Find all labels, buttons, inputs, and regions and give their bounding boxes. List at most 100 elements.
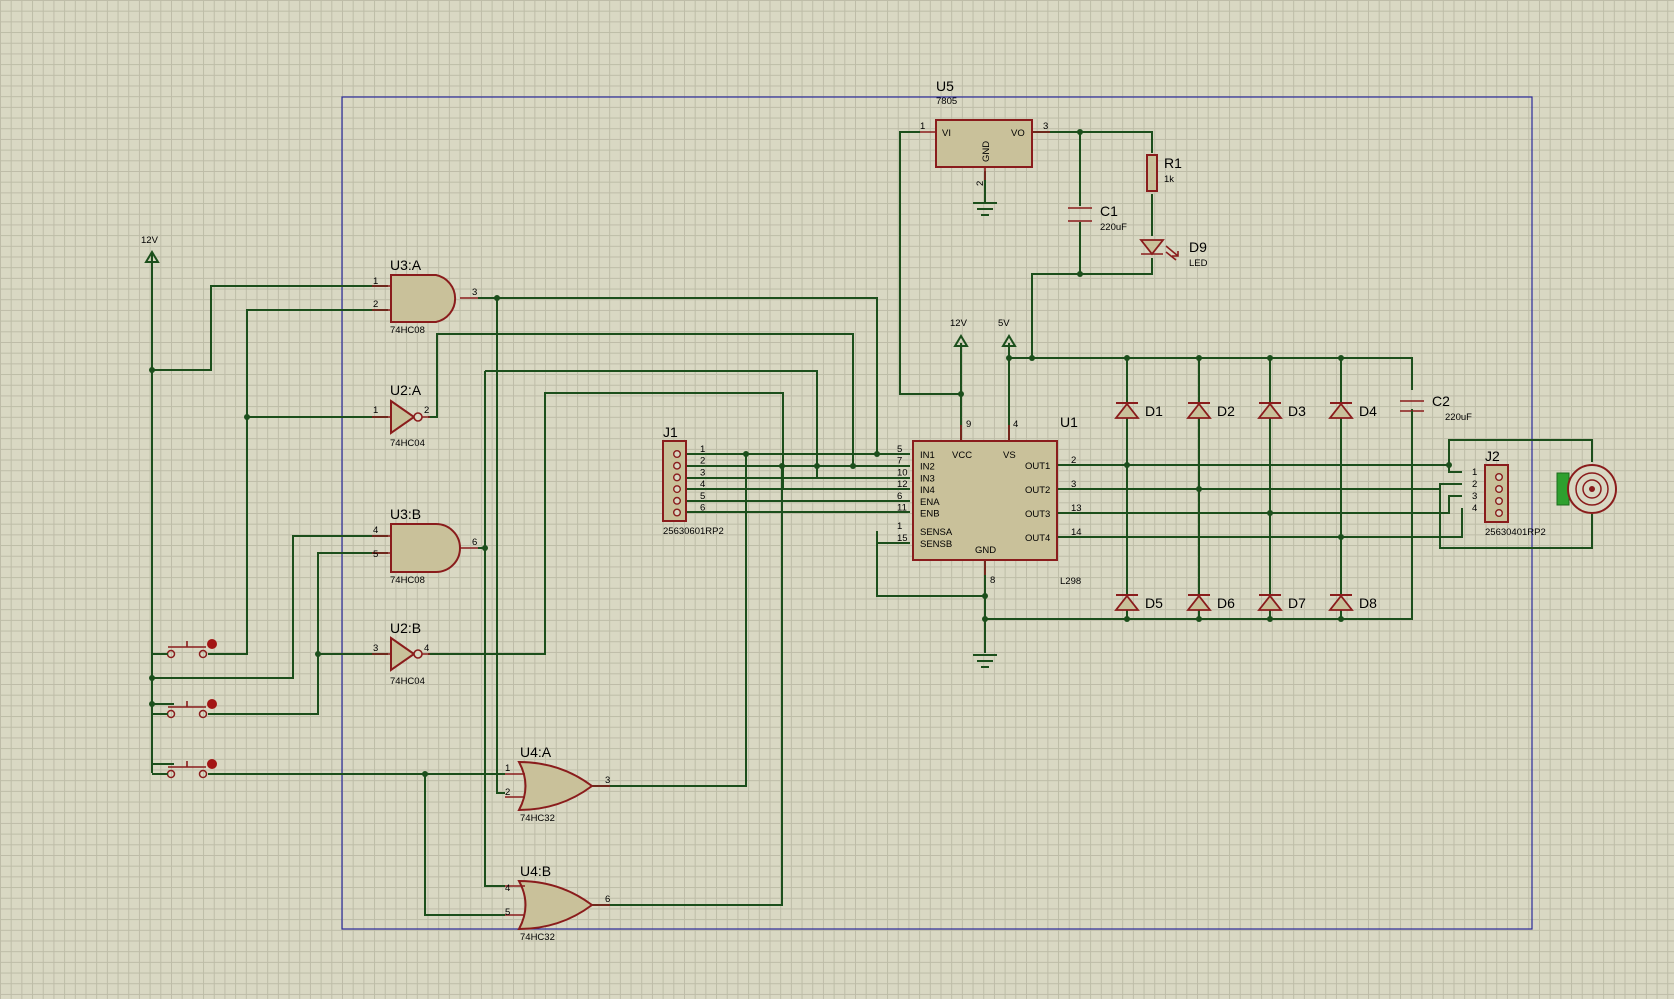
u5-pin-vo: VO <box>1011 128 1025 139</box>
diode-label: D2 <box>1217 403 1235 419</box>
u5-ref: U5 <box>936 78 954 94</box>
diode-label: D3 <box>1288 403 1306 419</box>
u5-pin3-num: 3 <box>1043 121 1048 132</box>
u2a-value: 74HC04 <box>390 438 425 449</box>
u1-pin-num: 3 <box>1071 479 1076 490</box>
diode-label: D4 <box>1359 403 1377 419</box>
j2-connector[interactable]: J2 25630401RP2 1234 <box>1472 448 1546 538</box>
j1-pin-hole <box>673 450 682 459</box>
r1-value: 1k <box>1164 174 1174 185</box>
push-button-3[interactable] <box>152 759 217 779</box>
u3b-and-gate[interactable]: U3:B 74HC08 4 5 6 <box>372 506 478 586</box>
u3a-value: 74HC08 <box>390 325 425 336</box>
j2-pin-num: 4 <box>1472 503 1477 514</box>
j1-pin-hole <box>673 485 682 494</box>
j1-value: 25630601RP2 <box>663 526 724 537</box>
diode-d7[interactable]: D7 <box>1257 594 1306 611</box>
u5-pin2-num: 2 <box>975 181 986 186</box>
u1-pin-num: 14 <box>1071 527 1082 538</box>
u1-pin-name: OUT4 <box>1025 533 1050 544</box>
d9-ref: D9 <box>1189 239 1207 255</box>
power-12v-left-label: 12V <box>141 235 159 246</box>
j1-pin-num: 6 <box>700 503 705 514</box>
u3a-and-gate[interactable]: U3:A 74HC08 1 2 3 <box>372 257 478 336</box>
j2-pin-hole <box>1494 485 1503 494</box>
u1-pin-vcc: VCC <box>952 450 972 461</box>
j1-pin-hole <box>673 508 682 517</box>
u4a-pin3: 3 <box>605 775 610 786</box>
diode-d6[interactable]: D6 <box>1186 594 1235 611</box>
u3a-pin1: 1 <box>373 276 378 287</box>
ground-symbol-main <box>973 654 997 668</box>
diode-d3[interactable]: D3 <box>1257 402 1306 419</box>
j2-pin-num: 3 <box>1472 491 1477 502</box>
j2-pin-hole <box>1494 509 1503 518</box>
diode-label: D5 <box>1145 595 1163 611</box>
u4b-or-gate[interactable]: U4:B 74HC32 4 5 6 <box>505 863 610 943</box>
diode-d8[interactable]: D8 <box>1328 594 1377 611</box>
u2a-pin1: 1 <box>373 405 378 416</box>
diode-label: D7 <box>1288 595 1306 611</box>
u2a-inverter[interactable]: U2:A 74HC04 1 2 <box>372 382 430 449</box>
u1-pin8-num: 8 <box>990 575 995 586</box>
u1-pin-name: ENA <box>920 497 940 508</box>
u2a-ref: U2:A <box>390 382 422 398</box>
u1-ref: U1 <box>1060 414 1078 430</box>
schematic-canvas[interactable]: 12V 12V 5V U5 7805 VI VO GND 1 3 2 R1 1k… <box>0 0 1674 999</box>
u1-l298-driver[interactable]: U1 L298 VCC VS 9 4 GND 8 IN1 5 IN2 7 IN3 10 IN… <box>897 414 1082 587</box>
r1-resistor[interactable]: R1 1k <box>1146 154 1182 192</box>
u4a-value: 74HC32 <box>520 813 555 824</box>
u1-pin-gnd: GND <box>975 545 996 556</box>
j1-pin-hole <box>673 461 682 470</box>
u1-pin-num: 15 <box>897 533 908 544</box>
u2b-inverter[interactable]: U2:B 74HC04 3 4 <box>372 620 430 687</box>
u4a-or-gate[interactable]: U4:A 74HC32 1 2 3 <box>505 744 610 824</box>
flyback-diodes: D1 D2 D3 D4 D5 D6 D7 D8 <box>1114 402 1377 611</box>
u4a-ref: U4:A <box>520 744 552 760</box>
j1-pin-num: 1 <box>700 444 705 455</box>
j2-pin-hole <box>1494 497 1503 506</box>
u3b-pin6: 6 <box>472 537 477 548</box>
u5-regulator[interactable]: U5 7805 VI VO GND 1 3 2 <box>920 78 1050 186</box>
u5-value: 7805 <box>936 96 957 107</box>
u5-pin1-num: 1 <box>920 121 925 132</box>
u3a-ref: U3:A <box>390 257 422 273</box>
diode-d4[interactable]: D4 <box>1328 402 1377 419</box>
push-button-1-cap-icon <box>207 639 217 649</box>
u3b-pin4: 4 <box>373 525 378 536</box>
u2b-pin3: 3 <box>373 643 378 654</box>
u1-pin-num: 12 <box>897 479 908 490</box>
u5-pin-vi: VI <box>942 128 951 139</box>
u1-pin-vs: VS <box>1003 450 1016 461</box>
d9-led[interactable]: D9 LED <box>1139 239 1208 269</box>
diode-label: D6 <box>1217 595 1235 611</box>
u1-pin-num: 2 <box>1071 455 1076 466</box>
u3b-ref: U3:B <box>390 506 421 522</box>
u1-pin9-num: 9 <box>966 419 971 430</box>
power-12v-left[interactable]: 12V <box>141 235 160 263</box>
j1-pin-hole <box>673 473 682 482</box>
power-12v-top[interactable]: 12V <box>950 318 969 347</box>
u1-pin-name: IN3 <box>920 473 935 484</box>
u2b-ref: U2:B <box>390 620 421 636</box>
j1-connector[interactable]: J1 25630601RP2 123456 <box>662 424 724 537</box>
diode-d1[interactable]: D1 <box>1114 402 1163 419</box>
power-5v[interactable]: 5V <box>998 318 1017 347</box>
c1-capacitor[interactable]: C1 220uF <box>1068 203 1127 233</box>
stepper-motor[interactable] <box>1556 464 1617 514</box>
c2-capacitor[interactable]: C2 220uF <box>1400 393 1472 423</box>
diode-label: D8 <box>1359 595 1377 611</box>
diode-d5[interactable]: D5 <box>1114 594 1163 611</box>
push-button-1[interactable] <box>152 639 217 659</box>
j1-pin-num: 3 <box>700 467 705 478</box>
push-button-2[interactable] <box>152 699 217 719</box>
u1-pin-name: IN4 <box>920 485 935 496</box>
u1-pin4-num: 4 <box>1013 419 1018 430</box>
u1-pin-name: SENSB <box>920 539 952 550</box>
u3a-pin3: 3 <box>472 287 477 298</box>
j1-pin-num: 2 <box>700 456 705 467</box>
j2-pin-hole <box>1494 473 1503 482</box>
c1-value: 220uF <box>1100 222 1127 233</box>
diode-d2[interactable]: D2 <box>1186 402 1235 419</box>
diode-label: D1 <box>1145 403 1163 419</box>
